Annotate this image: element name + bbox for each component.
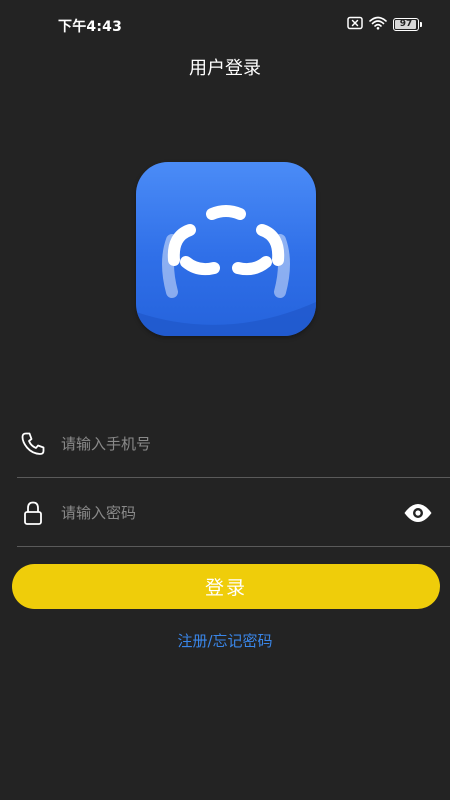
page-title: 用户登录 — [189, 58, 261, 79]
password-field — [17, 485, 450, 547]
register-forgot-password-link[interactable]: 注册/忘记密码 — [0, 630, 450, 651]
login-button[interactable]: 登录 — [12, 564, 440, 609]
status-time: 下午4:43 — [58, 19, 123, 35]
phone-field — [17, 416, 450, 478]
status-icons: 97 — [347, 16, 422, 32]
battery-level: 97 — [399, 18, 413, 29]
app-logo-icon — [136, 162, 316, 336]
phone-input[interactable] — [61, 432, 381, 456]
eye-icon[interactable] — [403, 501, 433, 525]
lock-icon — [19, 499, 47, 527]
status-bar: 下午4:43 97 — [0, 0, 450, 50]
wifi-icon — [369, 15, 387, 34]
phone-icon — [19, 430, 47, 458]
battery-icon: 97 — [393, 17, 419, 31]
password-input[interactable] — [61, 501, 381, 525]
sim-error-icon — [347, 15, 363, 34]
